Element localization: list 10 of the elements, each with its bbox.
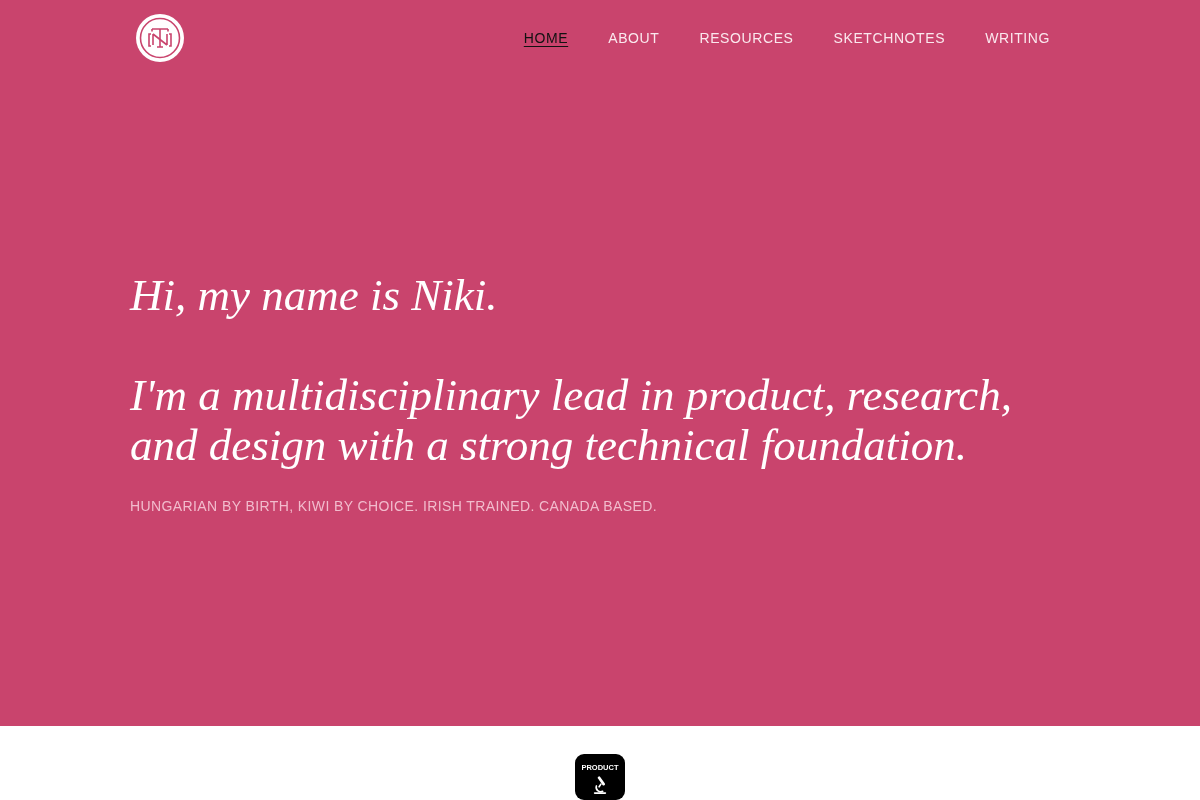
nav-link[interactable]: WRITING [985,29,1050,47]
microscope-icon [591,776,609,794]
intro-heading: I'm a multidisciplinary lead in product, research, and design with a strong technical foundation. [130,370,1013,470]
tagline-text: HUNGARIAN BY BIRTH, KIWI BY CHOICE. IRISH TRAINED. CANADA BASED. [130,497,659,516]
nav-link[interactable]: SKETCHNOTES [833,29,946,47]
monogram-logo-icon[interactable] [136,14,184,62]
nav-link[interactable]: ABOUT [608,29,660,47]
nav-link[interactable]: RESOURCES [699,29,794,47]
nav-link[interactable]: HOME [523,29,569,47]
greeting-heading: Hi, my name is Niki. [130,270,499,320]
